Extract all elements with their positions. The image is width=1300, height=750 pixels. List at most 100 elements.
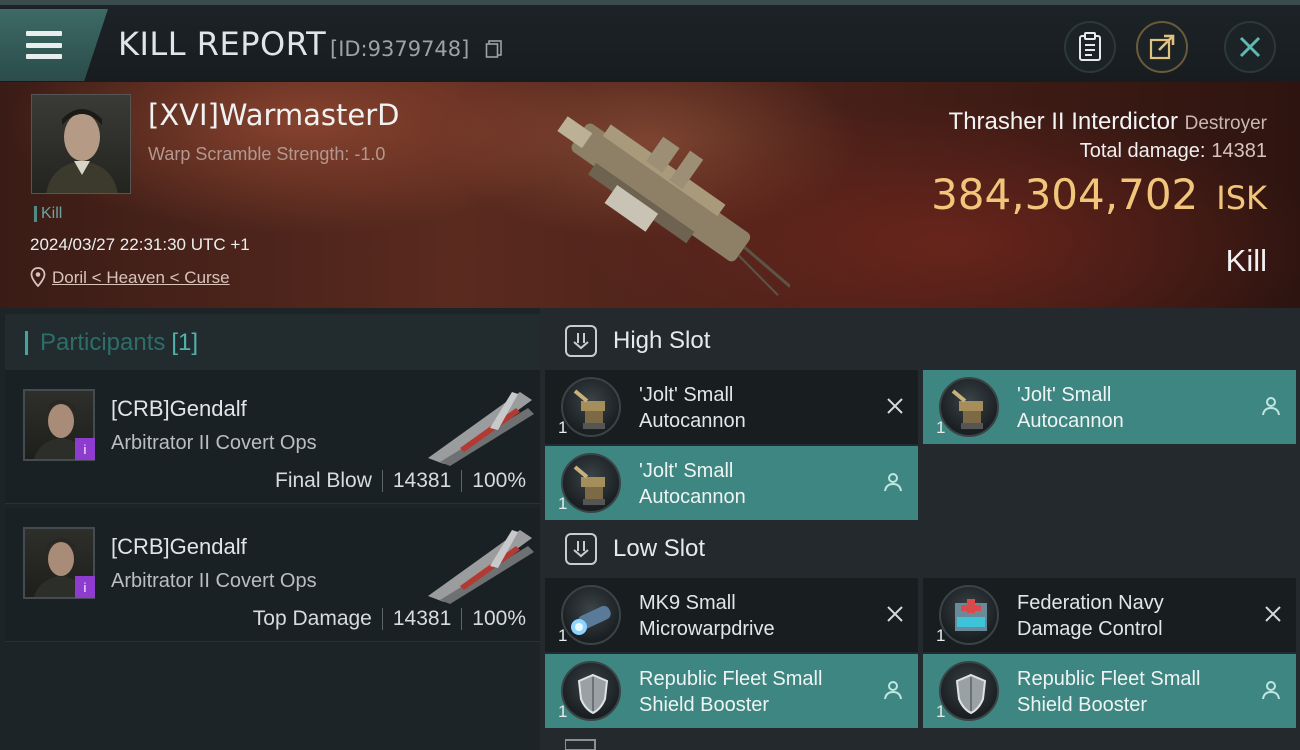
header-accent-bar — [25, 331, 28, 355]
damage-control-icon — [939, 585, 999, 645]
dropped-person-icon — [884, 473, 902, 492]
module-name-line: Republic Fleet Small — [1017, 668, 1201, 690]
module-name: 'Jolt' Small Autocannon — [1017, 382, 1257, 434]
total-damage: Total damage: 14381 — [1080, 140, 1267, 163]
module-name-line: Autocannon — [1017, 410, 1124, 432]
module-item[interactable]: 1 Federation Navy Damage Control — [923, 578, 1296, 652]
info-badge-icon: i — [75, 576, 95, 598]
module-quantity: 1 — [558, 702, 568, 721]
microwarpdrive-icon — [561, 585, 621, 645]
dropped-person-icon — [1262, 397, 1280, 416]
high-slot-header: High Slot — [545, 312, 1300, 370]
participant-stats: Top Damage 14381 100% — [253, 607, 526, 631]
victim-name[interactable]: [XVI]WarmasterD — [148, 98, 399, 132]
module-quantity: 1 — [936, 702, 946, 721]
divider — [461, 608, 463, 630]
ship-class: Destroyer — [1184, 113, 1267, 134]
share-icon — [1149, 34, 1175, 60]
ship-type: Thrasher II Interdictor — [948, 108, 1178, 135]
module-name: 'Jolt' Small Autocannon — [639, 382, 879, 434]
module-name-line: Autocannon — [639, 410, 746, 432]
module-name-line: Shield Booster — [1017, 694, 1148, 716]
destroyed-icon — [887, 398, 903, 414]
dropped-person-icon — [1262, 681, 1280, 700]
autocannon-icon — [939, 377, 999, 437]
pilot-avatar — [46, 109, 118, 193]
shield-booster-icon — [561, 661, 621, 721]
module-item[interactable]: 1 'Jolt' Small Autocannon — [545, 370, 918, 444]
participants-count: [1] — [171, 329, 199, 356]
module-name-line: MK9 Small — [639, 592, 736, 614]
victim-summary: [XVI]WarmasterD Warp Scramble Strength: … — [0, 82, 1300, 308]
victim-ship-name[interactable]: Thrasher II Interdictor Destroyer — [949, 108, 1267, 136]
kill-timestamp: 2024/03/27 22:31:30 UTC +1 — [30, 235, 250, 254]
participant-row[interactable]: i [CRB]Gendalf Arbitrator II Covert Ops … — [5, 370, 540, 504]
close-button[interactable] — [1224, 21, 1276, 73]
participant-ship-image — [428, 530, 534, 604]
module-item[interactable]: 1 MK9 Small Microwarpdrive — [545, 578, 918, 652]
next-slot-icon-partial — [565, 739, 596, 750]
divider — [381, 608, 383, 630]
module-quantity: 1 — [558, 418, 568, 437]
total-damage-label: Total damage: — [1079, 140, 1206, 162]
module-item[interactable]: 1 'Jolt' Small Autocannon — [545, 446, 918, 520]
participants-label: Participants — [40, 329, 166, 356]
module-name: 'Jolt' Small Autocannon — [639, 458, 879, 510]
module-name: Federation Navy Damage Control — [1017, 590, 1257, 642]
participant-name[interactable]: [CRB]Gendalf — [111, 396, 247, 422]
participant-percent: 100% — [472, 469, 526, 492]
close-icon — [1239, 36, 1261, 58]
module-quantity: 1 — [936, 418, 946, 437]
location-pin-icon — [30, 267, 46, 287]
info-badge-icon: i — [75, 438, 95, 460]
report-id: [ID:9379748] — [330, 37, 470, 61]
participants-header: Participants [1] — [5, 314, 540, 372]
destroyed-icon — [1265, 606, 1281, 622]
participant-percent: 100% — [472, 607, 526, 630]
clipboard-icon — [1079, 32, 1101, 61]
participant-damage: 14381 — [392, 607, 452, 630]
module-item[interactable]: 1 Republic Fleet Small Shield Booster — [923, 654, 1296, 728]
module-name-line: Autocannon — [639, 486, 746, 508]
slot-title: Low Slot — [613, 535, 706, 562]
share-button[interactable] — [1136, 21, 1188, 73]
module-item[interactable]: 1 Republic Fleet Small Shield Booster — [545, 654, 918, 728]
participant-name[interactable]: [CRB]Gendalf — [111, 534, 247, 560]
clipboard-button[interactable] — [1064, 21, 1116, 73]
module-name-line: Shield Booster — [639, 694, 770, 716]
isk-value: 384,304,702 ISK — [931, 170, 1267, 219]
destroyed-icon — [887, 606, 903, 622]
top-bar: KILL REPORT [ID:9379748] — [0, 0, 1300, 82]
isk-unit: ISK — [1216, 179, 1267, 217]
copy-icon[interactable] — [485, 40, 503, 58]
location-link[interactable]: Doril < Heaven < Curse — [52, 268, 230, 288]
module-name: Republic Fleet Small Shield Booster — [639, 666, 879, 718]
kill-tag: Kill — [34, 206, 62, 222]
warp-scramble-strength: Warp Scramble Strength: -1.0 — [148, 144, 386, 164]
module-name: Republic Fleet Small Shield Booster — [1017, 666, 1257, 718]
victim-portrait[interactable] — [31, 94, 131, 194]
module-name-line: Microwarpdrive — [639, 618, 775, 640]
divider — [381, 470, 383, 492]
participant-role: Final Blow — [275, 469, 372, 492]
participant-damage: 14381 — [392, 469, 452, 492]
high-slot-icon — [565, 325, 597, 357]
result-label: Kill — [1225, 243, 1267, 278]
module-name-line: 'Jolt' Small — [1017, 384, 1112, 406]
shield-booster-icon — [939, 661, 999, 721]
participant-role: Top Damage — [252, 607, 372, 630]
module-name-line: Republic Fleet Small — [639, 668, 823, 690]
participant-ship: Arbitrator II Covert Ops — [111, 432, 317, 454]
participant-row[interactable]: i [CRB]Gendalf Arbitrator II Covert Ops … — [5, 508, 540, 642]
dropped-person-icon — [884, 681, 902, 700]
module-quantity: 1 — [936, 626, 946, 645]
module-quantity: 1 — [558, 626, 568, 645]
module-name-line: Damage Control — [1017, 618, 1163, 640]
victim-ship-image — [557, 116, 790, 296]
low-slot-header: Low Slot — [545, 520, 1300, 578]
autocannon-icon — [561, 377, 621, 437]
module-item[interactable]: 1 'Jolt' Small Autocannon — [923, 370, 1296, 444]
fitting-panel: High Slot 1 'Jolt' Small Autocannon 1 'J… — [540, 308, 1300, 750]
divider — [461, 470, 463, 492]
menu-button[interactable] — [0, 9, 108, 81]
